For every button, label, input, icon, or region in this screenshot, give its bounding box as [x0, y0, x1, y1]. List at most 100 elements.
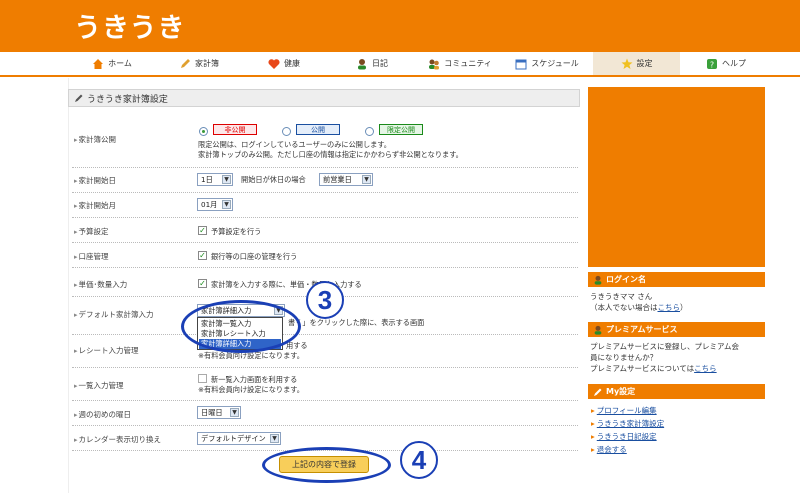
account-checkbox-label: 銀行等の口座の管理を行う	[211, 252, 298, 261]
badge-public: 公開	[296, 124, 340, 135]
default-input-desc: 書く」をクリックした際に、表示する画面	[288, 318, 425, 327]
premium-line-3: プレミアムサービスについてはこちら	[590, 363, 766, 374]
login-note-suffix: ）	[680, 303, 688, 312]
holiday-select[interactable]: 前営業日 ▼	[319, 173, 373, 186]
radio-limited[interactable]	[365, 127, 374, 136]
my-settings-heading-text: My設定	[606, 387, 636, 396]
person-icon	[594, 325, 602, 335]
receipt-label: レシート入力管理	[74, 345, 139, 356]
login-note: （本人でない場合はこちら）	[590, 302, 766, 313]
home-icon	[93, 58, 104, 69]
start-day-value: 1日	[201, 174, 213, 184]
nav-home[interactable]: ホーム	[78, 52, 146, 75]
row-receipt: レシート入力管理	[72, 335, 578, 368]
row-list-input: 一覧入力管理	[72, 368, 578, 401]
annotation-circle-3	[181, 300, 301, 353]
start-month-select[interactable]: 01月 ▼	[197, 198, 233, 211]
nav-label: ヘルプ	[722, 59, 746, 68]
calendar-label: カレンダー表示切り換え	[74, 434, 162, 445]
login-heading: ログイン名	[588, 272, 765, 287]
heart-icon	[268, 58, 280, 69]
premium-heading: プレミアムサービス	[588, 322, 765, 337]
unit-qty-checkbox[interactable]: ✓	[198, 279, 207, 288]
star-icon	[621, 58, 632, 69]
nav-label: 日記	[372, 59, 388, 68]
my-settings-link-diary[interactable]: うきうき日記設定	[591, 431, 657, 442]
chevron-down-icon: ▼	[362, 175, 371, 184]
login-note-prefix: （本人でない場合は	[590, 303, 658, 312]
list-input-label: 一覧入力管理	[74, 380, 124, 391]
login-heading-text: ログイン名	[606, 275, 646, 284]
my-settings-link-kakeibo[interactable]: うきうき家計簿設定	[591, 418, 664, 429]
calendar-value: デフォルトデザイン	[201, 433, 266, 443]
sidebar-ad-box[interactable]	[588, 87, 765, 267]
premium-heading-text: プレミアムサービス	[606, 325, 678, 334]
week-start-value: 日曜日	[201, 407, 223, 417]
annotation-number-3: 3	[306, 281, 344, 319]
page-title-bar: うきうき家計簿設定	[68, 89, 580, 107]
start-day-select[interactable]: 1日 ▼	[197, 173, 233, 186]
annotation-circle-4	[262, 447, 391, 483]
login-note-link[interactable]: こちら	[658, 303, 681, 312]
start-month-value: 01月	[201, 199, 218, 209]
nav-label: コミュニティ	[444, 59, 492, 68]
default-input-label: デフォルト家計簿入力	[74, 309, 154, 320]
visibility-desc-1: 限定公開は、ログインしているユーザーのみに公開します。	[198, 140, 391, 149]
pencil-icon	[181, 58, 190, 68]
my-settings-link-profile[interactable]: プロフィール編集	[591, 405, 657, 416]
premium-line-3-prefix: プレミアムサービスについては	[590, 364, 695, 373]
start-month-label: 家計開始月	[74, 200, 117, 211]
row-start-month: 家計開始月	[72, 193, 578, 218]
header: うきうき	[0, 0, 800, 52]
start-day-label: 家計開始日	[74, 175, 117, 186]
nav-health[interactable]: 健康	[255, 52, 313, 75]
radio-private[interactable]	[199, 127, 208, 136]
nav-diary[interactable]: 日記	[343, 52, 401, 75]
account-label: 口座管理	[74, 251, 109, 262]
account-checkbox[interactable]: ✓	[198, 251, 207, 260]
pencil-icon	[75, 94, 83, 102]
radio-public[interactable]	[282, 127, 291, 136]
receipt-desc-1: 用する	[286, 341, 308, 350]
nav-help[interactable]: ? ヘルプ	[690, 52, 762, 75]
list-input-desc: ※有料会員向け設定になります。	[198, 385, 304, 394]
premium-line-2: 員になりませんか？	[590, 353, 658, 362]
pencil-icon	[594, 388, 602, 396]
nav-label: 家計簿	[195, 59, 219, 68]
nav-schedule[interactable]: スケジュール	[508, 52, 586, 75]
budget-label: 予算設定	[74, 226, 109, 237]
visibility-desc-2: 家計簿トップのみ公開。ただし口座の情報は指定にかかわらず非公開となります。	[198, 150, 463, 159]
premium-link[interactable]: こちら	[694, 364, 717, 373]
my-settings-heading: My設定	[588, 384, 765, 399]
list-input-checkbox[interactable]: ✓	[198, 374, 207, 383]
calendar-select[interactable]: デフォルトデザイン ▼	[197, 432, 281, 445]
help-icon: ?	[707, 58, 717, 69]
chevron-down-icon: ▼	[270, 434, 279, 443]
week-start-select[interactable]: 日曜日 ▼	[197, 406, 241, 419]
chevron-down-icon: ▼	[222, 175, 231, 184]
row-account: 口座管理	[72, 243, 578, 268]
person-icon	[358, 58, 366, 69]
chevron-down-icon: ▼	[222, 200, 231, 209]
people-icon	[429, 59, 440, 69]
holiday-label: 開始日が休日の場合	[241, 175, 306, 184]
calendar-icon	[515, 59, 527, 69]
my-settings-link-withdraw[interactable]: 退会する	[591, 444, 627, 455]
unit-qty-label: 単価･数量入力	[74, 279, 128, 290]
budget-checkbox[interactable]: ✓	[198, 226, 207, 235]
nav-settings[interactable]: 設定	[593, 52, 680, 75]
page-title: うきうき家計簿設定	[87, 94, 168, 105]
list-input-checkbox-label: 新一覧入力画面を利用する	[211, 375, 298, 384]
nav-label: 設定	[636, 59, 653, 68]
nav-label: スケジュール	[531, 59, 579, 68]
row-week-start: 週の初めの曜日	[72, 401, 578, 426]
annotation-number-4: 4	[400, 441, 438, 479]
chevron-down-icon: ▼	[230, 408, 239, 417]
holiday-value: 前営業日	[323, 174, 352, 184]
nav-kakeibo[interactable]: 家計簿	[163, 52, 235, 75]
week-start-label: 週の初めの曜日	[74, 409, 132, 420]
badge-limited: 限定公開	[379, 124, 423, 135]
nav-community[interactable]: コミュニティ	[420, 52, 500, 75]
site-logo[interactable]: うきうき	[74, 6, 185, 45]
person-icon	[594, 275, 602, 285]
